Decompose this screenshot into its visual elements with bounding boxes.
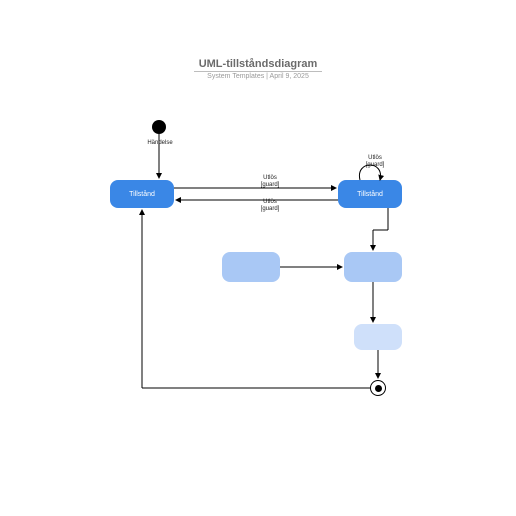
state-node-4[interactable] [344,252,402,282]
transition-label-self: Utlös [guard] [355,155,395,169]
state-node-1-label: Tillstånd [129,191,155,198]
transition-label-bottom: Utlös [guard] [250,199,290,213]
state-node-2-label: Tillstånd [357,191,383,198]
title-underline [194,71,322,72]
diagram-canvas: UML-tillståndsdiagram System Templates |… [0,0,516,516]
transition-label-top: Utlös [guard] [250,175,290,189]
state-node-3[interactable] [222,252,280,282]
initial-state-node[interactable] [152,120,166,134]
state-node-1[interactable]: Tillstånd [110,180,174,208]
state-node-2[interactable]: Tillstånd [338,180,402,208]
state-node-5[interactable] [354,324,402,350]
diagram-title: UML-tillståndsdiagram [0,58,516,70]
initial-event-label: Händelse [140,140,180,147]
diagram-subtitle: System Templates | April 9, 2025 [0,73,516,80]
final-state-node[interactable] [370,380,386,396]
